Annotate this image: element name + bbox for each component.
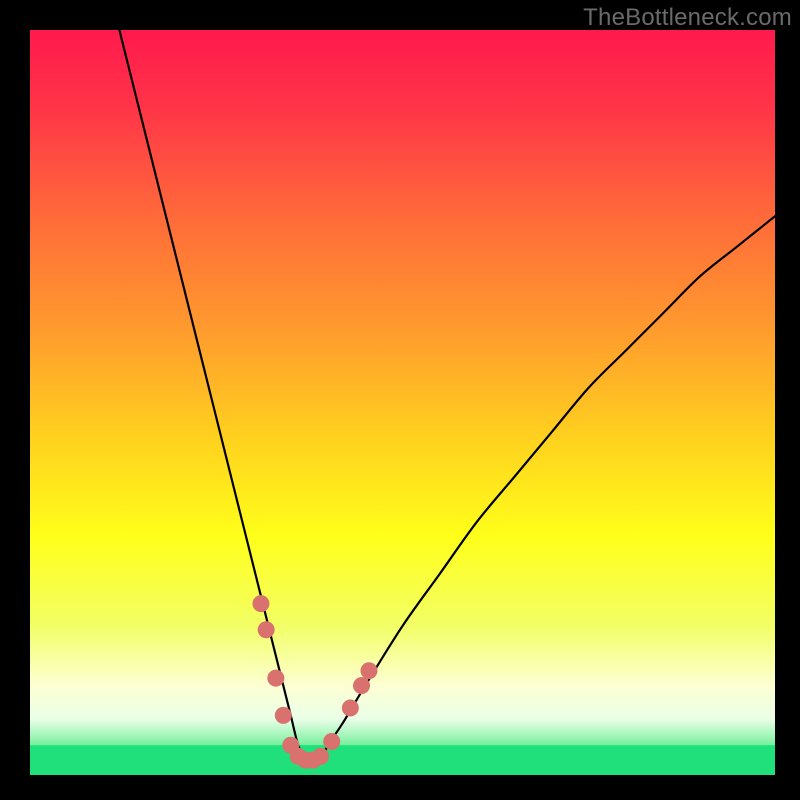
curve-marker — [342, 699, 359, 716]
watermark-text: TheBottleneck.com — [583, 4, 792, 32]
optimal-band-layer — [30, 745, 775, 775]
curve-marker — [323, 733, 340, 750]
curve-marker — [353, 677, 370, 694]
curve-marker — [267, 670, 284, 687]
chart-plot-area — [30, 30, 775, 775]
curve-marker — [312, 748, 329, 765]
chart-svg — [30, 30, 775, 775]
gradient-background — [30, 30, 775, 775]
optimal-band — [30, 745, 775, 775]
outer-frame: TheBottleneck.com — [0, 0, 800, 800]
curve-marker — [360, 662, 377, 679]
curve-marker — [252, 595, 269, 612]
curve-marker — [275, 707, 292, 724]
curve-marker — [258, 621, 275, 638]
